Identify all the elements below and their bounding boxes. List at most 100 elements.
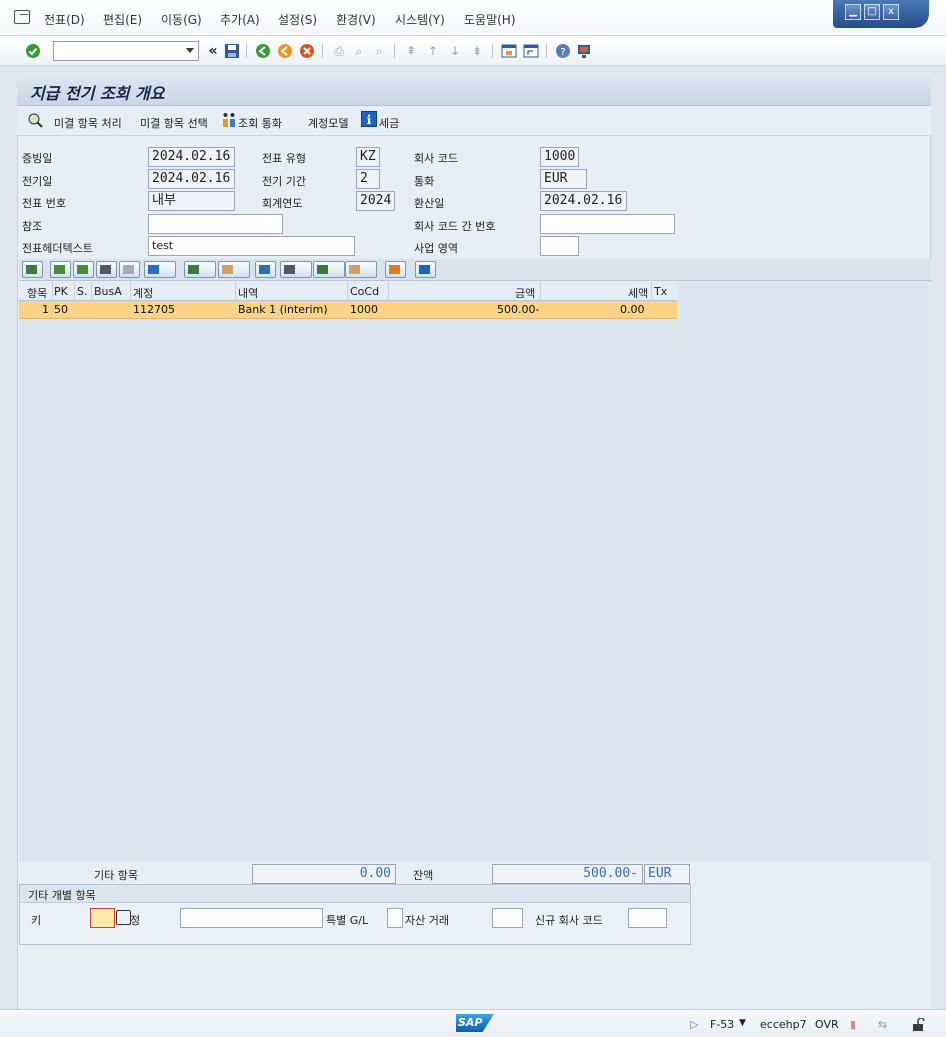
key-field[interactable] bbox=[90, 908, 115, 928]
new-session-icon[interactable] bbox=[500, 42, 518, 60]
menu-edit[interactable]: 편집(E) bbox=[103, 11, 142, 28]
previous-page-icon[interactable]: ↑ bbox=[424, 42, 442, 60]
col-tax[interactable]: 세액 bbox=[628, 285, 648, 301]
key-label: 키 bbox=[31, 914, 42, 927]
print-icon[interactable]: ⎙ bbox=[330, 42, 348, 60]
first-page-icon[interactable]: ⇞ bbox=[402, 42, 420, 60]
exit-icon[interactable] bbox=[276, 42, 294, 60]
sort-descending-icon[interactable] bbox=[73, 261, 94, 278]
details-icon[interactable] bbox=[22, 261, 43, 278]
menu-document[interactable]: 전표(D) bbox=[44, 11, 85, 28]
status-expand-icon[interactable]: ▷ bbox=[690, 1018, 698, 1031]
doc-date-label: 증빙일 bbox=[22, 152, 53, 165]
sort-ascending-icon[interactable] bbox=[50, 261, 71, 278]
minimize-icon[interactable]: ▁ bbox=[845, 4, 861, 20]
menu-settings[interactable]: 설정(S) bbox=[278, 11, 317, 28]
cancel-icon[interactable] bbox=[298, 42, 316, 60]
save-icon[interactable] bbox=[223, 42, 241, 60]
account-model-button[interactable]: 계정모델 bbox=[308, 115, 348, 131]
layout-icon[interactable] bbox=[345, 261, 377, 278]
cell-account[interactable]: 112705 bbox=[133, 303, 175, 316]
next-page-icon[interactable]: ↓ bbox=[446, 42, 464, 60]
intercompany-field[interactable] bbox=[540, 214, 675, 234]
translation-date-field[interactable]: 2024.02.16 bbox=[540, 191, 627, 211]
open-items-icon[interactable] bbox=[27, 112, 43, 131]
doc-date-field[interactable]: 2024.02.16 bbox=[148, 147, 235, 167]
find-next-icon[interactable]: ⌕ bbox=[370, 42, 388, 60]
header-text-field[interactable]: test bbox=[148, 236, 355, 256]
help-icon[interactable]: ? bbox=[554, 42, 572, 60]
back-nav-icon[interactable]: « bbox=[204, 42, 222, 60]
close-icon[interactable]: x bbox=[883, 4, 899, 20]
col-amount[interactable]: 금액 bbox=[515, 285, 535, 301]
posting-date-field[interactable]: 2024.02.16 bbox=[148, 169, 235, 189]
col-account[interactable]: 계정 bbox=[133, 285, 153, 301]
insert-mode[interactable]: OVR bbox=[815, 1018, 839, 1031]
period-label: 전기 기간 bbox=[262, 175, 306, 188]
menu-extras[interactable]: 추가(A) bbox=[220, 11, 260, 28]
unlock-icon[interactable] bbox=[912, 1017, 926, 1035]
graphic-icon[interactable] bbox=[385, 261, 406, 278]
display-currency-icon[interactable] bbox=[221, 111, 239, 132]
back-icon[interactable] bbox=[254, 42, 272, 60]
sap-logo: SAP bbox=[456, 1014, 494, 1032]
maximize-icon[interactable]: □ bbox=[864, 4, 880, 20]
doc-number-field[interactable]: 내부 bbox=[148, 191, 235, 211]
info-icon[interactable] bbox=[415, 261, 436, 278]
asset-transaction-field[interactable] bbox=[492, 908, 523, 928]
menu-goto[interactable]: 이동(G) bbox=[161, 11, 202, 28]
business-area-field[interactable] bbox=[540, 236, 579, 256]
doc-type-field[interactable]: KZ bbox=[356, 147, 380, 167]
account-field[interactable] bbox=[180, 908, 323, 928]
cell-amount: 500.00- bbox=[497, 303, 540, 316]
chevron-down-icon[interactable]: ▼ bbox=[739, 1018, 746, 1028]
find-next-icon[interactable] bbox=[119, 261, 140, 278]
col-pk[interactable]: PK bbox=[54, 285, 68, 298]
shortcut-icon[interactable] bbox=[522, 42, 540, 60]
col-tx[interactable]: Tx bbox=[654, 285, 667, 298]
menu-environment[interactable]: 환경(V) bbox=[336, 11, 376, 28]
balance-label: 잔액 bbox=[413, 869, 434, 882]
col-item[interactable]: 항목 bbox=[27, 285, 47, 301]
last-page-icon[interactable]: ⇟ bbox=[468, 42, 486, 60]
group-title: 기타 개별 항목 bbox=[28, 889, 96, 902]
process-open-items-button[interactable]: 미결 항목 처리 bbox=[54, 115, 122, 131]
company-code-field[interactable]: 1000 bbox=[540, 147, 579, 167]
grid-header: 항목 PK S. BusA 계정 내역 CoCd 금액 세액 Tx bbox=[19, 282, 677, 301]
special-gl-field[interactable] bbox=[387, 908, 403, 928]
posting-date-label: 전기일 bbox=[22, 175, 53, 188]
new-company-code-field[interactable] bbox=[628, 908, 667, 928]
menu-system[interactable]: 시스템(Y) bbox=[395, 11, 445, 28]
period-field[interactable]: 2 bbox=[356, 169, 380, 189]
filter-icon[interactable] bbox=[144, 261, 176, 278]
export-icon[interactable] bbox=[313, 261, 345, 278]
reference-field[interactable] bbox=[148, 214, 283, 234]
views-icon[interactable] bbox=[280, 261, 312, 278]
customize-layout-icon[interactable] bbox=[575, 42, 593, 60]
table-row[interactable]: 1 50 112705 Bank 1 (interim) 1000 500.00… bbox=[19, 301, 677, 319]
doc-type-label: 전표 유형 bbox=[262, 152, 306, 165]
find-icon[interactable]: ⌕ bbox=[350, 42, 368, 60]
total-icon[interactable] bbox=[184, 261, 216, 278]
col-description[interactable]: 내역 bbox=[238, 285, 258, 301]
currency-field[interactable]: EUR bbox=[540, 169, 587, 189]
print-preview-icon[interactable] bbox=[255, 261, 276, 278]
status-bar: SAP ▷ F-53 ▼ eccehp7 OVR ▮ ⇆ bbox=[0, 1009, 946, 1037]
col-busa[interactable]: BusA bbox=[94, 285, 122, 298]
chevron-down-icon[interactable] bbox=[186, 48, 194, 53]
info-icon[interactable]: i bbox=[361, 111, 377, 130]
col-cocd[interactable]: CoCd bbox=[350, 285, 379, 298]
menu-icon[interactable] bbox=[14, 10, 30, 24]
select-open-items-button[interactable]: 미결 항목 선택 bbox=[140, 115, 208, 131]
fiscal-year-field[interactable]: 2024 bbox=[356, 191, 395, 211]
transaction-code[interactable]: F-53 bbox=[710, 1018, 734, 1031]
col-s[interactable]: S. bbox=[77, 285, 87, 298]
command-field[interactable] bbox=[53, 41, 199, 61]
enter-icon[interactable] bbox=[24, 42, 42, 60]
value-help-icon[interactable] bbox=[116, 910, 131, 925]
tax-button[interactable]: 세금 bbox=[379, 115, 399, 131]
subtotal-icon[interactable] bbox=[218, 261, 250, 278]
menu-help[interactable]: 도움말(H) bbox=[464, 11, 516, 28]
display-currency-button[interactable]: 조회 통화 bbox=[238, 115, 282, 131]
find-icon[interactable] bbox=[96, 261, 117, 278]
